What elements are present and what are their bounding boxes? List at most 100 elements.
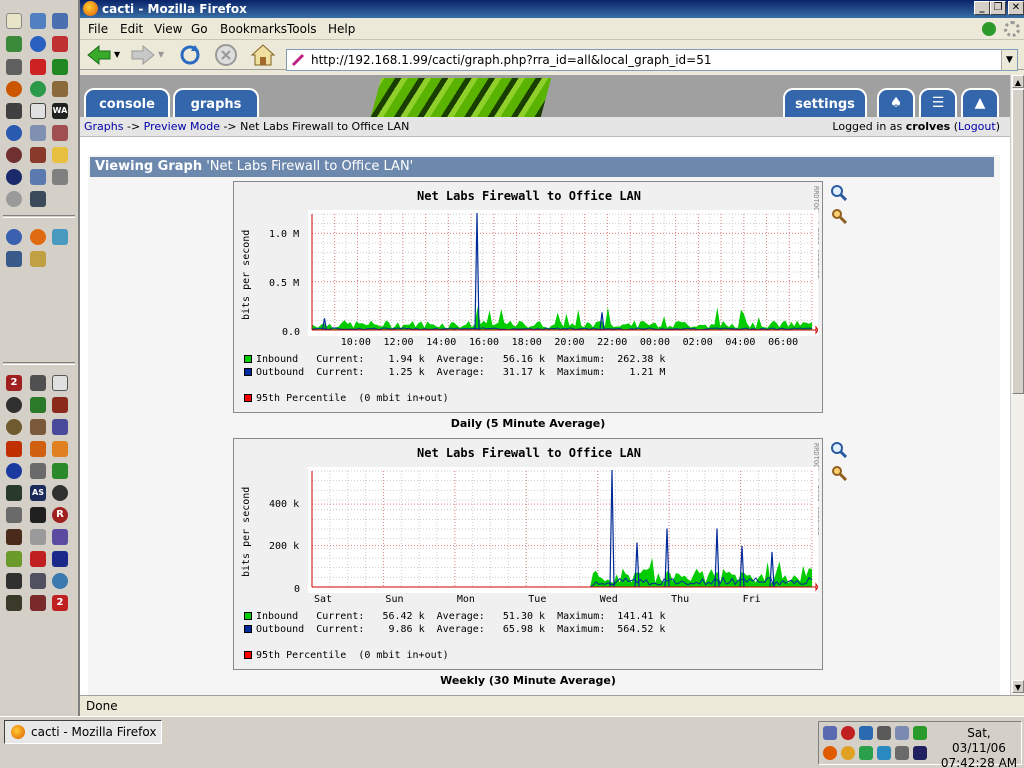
app-icon[interactable]: AS [30, 485, 46, 501]
menu-bookmarks[interactable]: Bookmarks [220, 22, 287, 36]
tray-icon[interactable] [895, 746, 909, 760]
tray-icon[interactable] [859, 746, 873, 760]
menu-view[interactable]: View [154, 22, 182, 36]
app-icon[interactable] [30, 397, 46, 413]
app-icon[interactable] [6, 441, 22, 457]
app-icon[interactable] [52, 36, 68, 52]
app-icon[interactable] [6, 147, 22, 163]
forward-button[interactable] [130, 43, 156, 67]
app-icon[interactable] [6, 551, 22, 567]
scroll-up-icon[interactable]: ▲ [1012, 75, 1024, 88]
app-icon[interactable] [6, 573, 22, 589]
app-icon[interactable] [30, 103, 46, 119]
tab-console[interactable]: console [84, 88, 170, 117]
app-icon[interactable] [30, 169, 46, 185]
app-icon[interactable]: 2 [52, 595, 68, 611]
tray-icon[interactable] [877, 746, 891, 760]
app-icon[interactable] [6, 229, 22, 245]
menu-edit[interactable]: Edit [120, 22, 143, 36]
tab-preview-view[interactable]: ▲ [961, 88, 999, 117]
minimize-button[interactable]: _ [974, 1, 990, 15]
address-bar[interactable]: http://192.168.1.99/cacti/graph.php?rra_… [286, 49, 1018, 71]
app-icon[interactable] [52, 13, 68, 29]
app-icon[interactable] [6, 463, 22, 479]
app-icon[interactable] [52, 81, 68, 97]
app-icon[interactable] [6, 103, 22, 119]
app-icon[interactable] [52, 397, 68, 413]
app-icon[interactable] [30, 375, 46, 391]
app-icon[interactable] [30, 81, 46, 97]
app-icon[interactable] [6, 191, 22, 207]
tray-icon[interactable] [823, 726, 837, 740]
app-icon[interactable] [52, 229, 68, 245]
zoom-icon[interactable] [831, 185, 848, 202]
app-icon[interactable] [6, 485, 22, 501]
app-icon[interactable] [52, 529, 68, 545]
tray-icon[interactable] [895, 726, 909, 740]
zoom-icon[interactable] [831, 442, 848, 459]
app-icon[interactable] [52, 551, 68, 567]
scroll-down-icon[interactable]: ▼ [1012, 680, 1024, 693]
folder-icon[interactable] [52, 147, 68, 163]
tab-tree-view[interactable]: ♠ [877, 88, 915, 117]
app-icon[interactable] [52, 573, 68, 589]
logout-link[interactable]: Logout [958, 120, 996, 133]
app-icon[interactable] [52, 169, 68, 185]
tray-icon[interactable] [841, 746, 855, 760]
scroll-thumb[interactable] [1012, 89, 1024, 394]
reload-button[interactable] [177, 43, 203, 67]
update-icon[interactable] [982, 22, 996, 36]
app-icon[interactable] [30, 595, 46, 611]
app-icon[interactable]: R [52, 507, 68, 523]
app-icon[interactable] [52, 375, 68, 391]
app-icon[interactable] [30, 125, 46, 141]
app-icon[interactable] [30, 463, 46, 479]
app-icon[interactable] [52, 485, 68, 501]
stop-button[interactable] [213, 43, 239, 67]
app-icon[interactable] [30, 251, 46, 267]
properties-icon[interactable] [831, 208, 848, 225]
app-icon[interactable] [30, 507, 46, 523]
tray-icon[interactable] [913, 746, 927, 760]
app-icon[interactable] [30, 551, 46, 567]
tray-icon[interactable] [913, 726, 927, 740]
clock[interactable]: Sat, 03/11/06 07:42:28 AM [939, 726, 1019, 768]
tray-icon[interactable] [877, 726, 891, 740]
app-icon[interactable] [6, 595, 22, 611]
weekly-graph[interactable]: Net Labs Firewall to Office LAN bits per… [233, 438, 823, 670]
app-icon[interactable] [6, 419, 22, 435]
app-icon[interactable] [30, 36, 46, 52]
app-icon[interactable] [30, 191, 46, 207]
tray-icon[interactable] [823, 746, 837, 760]
url-dropdown-icon[interactable]: ▼ [1001, 50, 1017, 70]
taskbar-firefox-button[interactable]: cacti - Mozilla Firefox [4, 720, 162, 744]
app-icon[interactable] [30, 419, 46, 435]
menu-help[interactable]: Help [328, 22, 355, 36]
back-button[interactable] [86, 43, 112, 67]
tab-graphs[interactable]: graphs [173, 88, 259, 117]
firefox-icon[interactable] [30, 229, 46, 245]
tab-list-view[interactable]: ☰ [919, 88, 957, 117]
menu-file[interactable]: File [88, 22, 108, 36]
app-icon[interactable] [6, 125, 22, 141]
app-icon[interactable] [52, 125, 68, 141]
properties-icon[interactable] [831, 465, 848, 482]
home-button[interactable] [250, 43, 276, 67]
tray-icon[interactable] [859, 726, 873, 740]
app-icon[interactable] [6, 251, 22, 267]
forward-dropdown-icon[interactable]: ▼ [158, 43, 168, 67]
app-icon[interactable] [30, 147, 46, 163]
app-icon[interactable] [52, 441, 68, 457]
app-icon[interactable] [6, 81, 22, 97]
app-icon[interactable] [6, 36, 22, 52]
app-icon[interactable] [6, 13, 22, 29]
app-icon[interactable] [30, 573, 46, 589]
app-icon[interactable] [30, 13, 46, 29]
app-icon[interactable] [52, 59, 68, 75]
daily-graph[interactable]: Net Labs Firewall to Office LAN bits per… [233, 181, 823, 413]
app-icon[interactable]: WA [52, 103, 68, 119]
app-icon[interactable] [6, 397, 22, 413]
app-icon[interactable] [52, 463, 68, 479]
tray-icon[interactable] [841, 726, 855, 740]
vertical-scrollbar[interactable]: ▲ ▼ [1010, 75, 1024, 695]
